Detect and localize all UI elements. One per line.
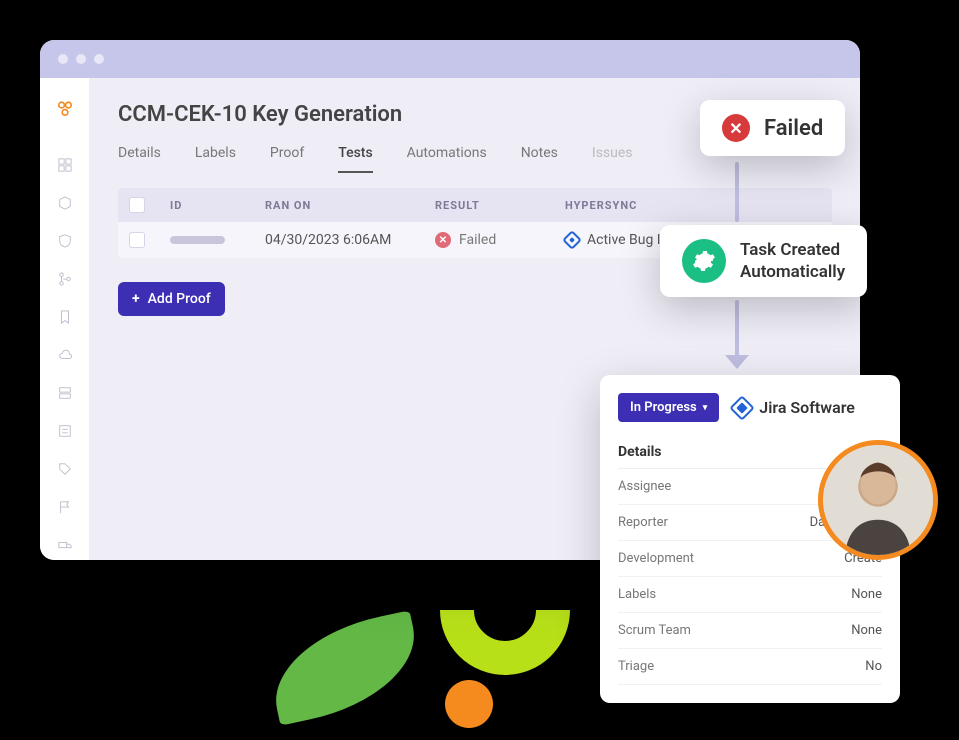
cloud-icon[interactable] [57,348,73,362]
server-icon[interactable] [57,386,73,400]
row-checkbox[interactable] [130,233,144,247]
bookmark-icon[interactable] [57,310,73,324]
tag-icon[interactable] [57,462,73,476]
flow-arrow [735,162,739,222]
decorative-dot [445,680,493,728]
select-all-checkbox[interactable] [130,198,144,212]
callout-failed: ✕ Failed [700,100,845,156]
dashboard-icon[interactable] [57,158,73,172]
branch-icon[interactable] [57,272,73,286]
callout-task-created: Task Created Automatically [660,225,867,297]
avatar [818,440,938,560]
callout-failed-text: Failed [764,116,823,141]
tab-labels[interactable]: Labels [195,145,236,173]
failed-badge-icon: ✕ [722,114,750,142]
gear-icon [682,239,726,283]
truck-icon[interactable] [57,538,73,552]
tab-tests[interactable]: Tests [338,145,372,173]
col-hypersync: HYPERSYNC [565,199,820,212]
flag-icon[interactable] [57,500,73,514]
tab-automations[interactable]: Automations [407,145,487,173]
flow-arrow-head [725,355,749,369]
cube-icon[interactable] [57,196,73,210]
tab-notes[interactable]: Notes [521,145,558,173]
tab-proof[interactable]: Proof [270,145,304,173]
row-id-placeholder [170,236,225,244]
failed-icon: ✕ [435,232,451,248]
row-result: ✕ Failed [435,232,565,248]
window-control-dot [76,54,86,64]
chevron-down-icon: ▾ [703,403,708,413]
col-result: RESULT [435,199,565,212]
table-header: ID RAN ON RESULT HYPERSYNC [118,188,832,222]
row-ran-on: 04/30/2023 6:06AM [265,232,435,248]
shield-icon[interactable] [57,234,73,248]
jira-icon [562,230,582,250]
tab-issues[interactable]: Issues [592,145,633,173]
window-control-dot [94,54,104,64]
col-ran-on: RAN ON [265,199,435,212]
jira-field-labels: Labels None [618,577,882,613]
sidebar [40,78,90,560]
jira-status-dropdown[interactable]: In Progress ▾ [618,393,719,422]
jira-logo-icon [730,395,755,420]
window-titlebar [40,40,860,78]
flow-arrow [735,300,739,360]
add-proof-button[interactable]: + Add Proof [118,282,225,316]
jira-field-scrum-team: Scrum Team None [618,613,882,649]
col-id: ID [170,199,265,212]
jira-brand: Jira Software [733,398,855,417]
decorative-leaf [263,610,428,725]
jira-field-triage: Triage No [618,649,882,685]
list-icon[interactable] [57,424,73,438]
callout-task-text: Task Created Automatically [740,239,845,283]
tab-details[interactable]: Details [118,145,161,173]
app-logo-icon [52,100,78,118]
plus-icon: + [132,291,140,307]
decorative-ring [440,545,570,675]
window-control-dot [58,54,68,64]
